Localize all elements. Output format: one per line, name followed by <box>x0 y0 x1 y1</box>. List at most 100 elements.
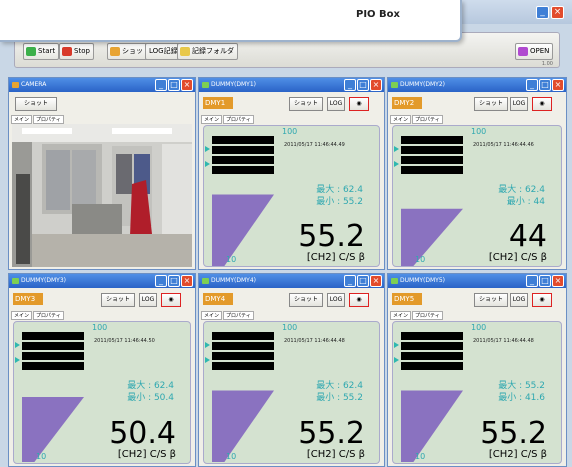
tab-properties[interactable]: プロパティ <box>33 311 64 320</box>
camera-scene-graphic <box>12 124 192 267</box>
device-label: DMY5 <box>392 293 422 305</box>
record-folder-button[interactable]: 記録フォルダ <box>177 43 238 60</box>
maximize-icon[interactable]: □ <box>539 275 551 287</box>
camera-toggle-button[interactable]: ◉ <box>349 293 369 307</box>
log-button[interactable]: LOG <box>510 293 528 307</box>
gauge-display: 100 10 2011/05/17 11:46:44.48 最大 : 62.4 最小 :… <box>203 321 380 464</box>
scale-max-label: 100 <box>92 323 108 332</box>
tab-properties[interactable]: プロパティ <box>223 115 254 124</box>
camera-feed-image <box>12 124 192 267</box>
scale-max-label: 100 <box>471 323 487 332</box>
tab-properties[interactable]: プロパティ <box>223 311 254 320</box>
minimize-icon[interactable]: _ <box>155 79 167 91</box>
tab-main[interactable]: メイン <box>201 115 223 124</box>
tab-main[interactable]: メイン <box>390 311 412 320</box>
level-bar-graphic <box>401 136 463 266</box>
camera-icon <box>12 82 19 88</box>
level-band <box>22 332 84 340</box>
log-button[interactable]: LOG <box>327 293 345 307</box>
scale-max-label: 100 <box>471 127 487 136</box>
shot-button[interactable]: ショット <box>289 293 323 307</box>
device-icon <box>202 82 209 88</box>
close-icon[interactable]: × <box>181 275 193 287</box>
minimize-icon[interactable]: _ <box>526 275 538 287</box>
maximize-icon[interactable]: □ <box>539 79 551 91</box>
open-button[interactable]: OPEN <box>515 43 554 60</box>
level-band <box>212 156 274 164</box>
gauge-panel-dmy1: DUMMY(DMY1) _ □ × DMY1 ショット LOG ◉ メイン プロパティ… <box>198 77 385 270</box>
device-label: DMY2 <box>392 97 422 109</box>
camera-toggle-button[interactable]: ◉ <box>532 97 552 111</box>
timestamp: 2011/05/17 11:46:44.46 <box>473 142 534 148</box>
device-icon <box>202 278 209 284</box>
stop-button[interactable]: Stop <box>59 43 94 60</box>
open-icon <box>518 47 528 56</box>
current-value: 50.4 <box>109 416 176 451</box>
tab-properties[interactable]: プロパティ <box>412 115 443 124</box>
camera-shot-button[interactable]: ショット <box>15 97 57 111</box>
min-marker-icon <box>394 161 399 167</box>
close-icon[interactable]: × <box>551 6 564 19</box>
level-fill <box>401 390 463 462</box>
gauge-display: 100 10 2011/05/17 11:46:44.50 最大 : 62.4 最小 :… <box>13 321 191 464</box>
log-button[interactable]: LOG <box>510 97 528 111</box>
shot-button[interactable]: ショット <box>474 293 508 307</box>
min-marker-icon <box>205 161 210 167</box>
log-button[interactable]: LOG <box>139 293 157 307</box>
close-icon[interactable]: × <box>370 79 382 91</box>
close-icon[interactable]: × <box>370 275 382 287</box>
maximize-icon[interactable]: □ <box>168 275 180 287</box>
panel-titlebar: DUMMY(DMY2) _ □ × <box>388 78 566 92</box>
current-value: 44 <box>508 219 547 254</box>
close-icon[interactable]: × <box>552 275 564 287</box>
camera-toggle-button[interactable]: ◉ <box>161 293 181 307</box>
unit-label: [CH2] C/S β <box>117 449 176 460</box>
level-band <box>401 156 463 164</box>
maximize-icon[interactable]: □ <box>357 79 369 91</box>
level-fill <box>401 208 463 266</box>
tab-properties[interactable]: プロパティ <box>33 115 64 124</box>
timestamp: 2011/05/17 11:46:44.48 <box>284 338 345 344</box>
shot-button[interactable]: ショット <box>289 97 323 111</box>
maximize-icon[interactable]: □ <box>357 275 369 287</box>
timestamp: 2011/05/17 11:46:44.50 <box>94 338 155 344</box>
camera-panel: CAMERA _ □ × ショット メイン プロパティ <box>8 77 196 270</box>
current-value: 55.2 <box>480 416 547 451</box>
minimize-icon[interactable]: _ <box>526 79 538 91</box>
start-button[interactable]: Start <box>23 43 60 60</box>
camera-icon: ◉ <box>539 296 545 303</box>
start-icon <box>26 47 36 56</box>
minimize-icon[interactable]: _ <box>155 275 167 287</box>
level-band <box>212 166 274 174</box>
max-marker-icon <box>15 342 20 348</box>
tab-main[interactable]: メイン <box>11 115 33 124</box>
close-icon[interactable]: × <box>552 79 564 91</box>
level-band <box>401 342 463 350</box>
scale-min-label: 10 <box>226 452 237 461</box>
tab-main[interactable]: メイン <box>390 115 412 124</box>
unit-label: [CH2] C/S β <box>306 252 365 263</box>
minimize-icon[interactable]: _ <box>344 275 356 287</box>
unit-label: [CH2] C/S β <box>488 449 547 460</box>
minimize-icon[interactable]: _ <box>536 6 549 19</box>
current-value: 55.2 <box>298 219 365 254</box>
shot-button[interactable]: ショット <box>101 293 135 307</box>
tab-main[interactable]: メイン <box>11 311 33 320</box>
minimize-icon[interactable]: _ <box>344 79 356 91</box>
camera-toggle-button[interactable]: ◉ <box>349 97 369 111</box>
camera-toggle-button[interactable]: ◉ <box>532 293 552 307</box>
device-label: DMY4 <box>203 293 233 305</box>
close-icon[interactable]: × <box>181 79 193 91</box>
level-bar-graphic <box>22 332 84 462</box>
folder-icon <box>180 47 190 56</box>
level-bar-graphic <box>212 136 274 266</box>
level-band <box>212 146 274 154</box>
unit-label: [CH2] C/S β <box>488 252 547 263</box>
shot-button[interactable]: ショット <box>474 97 508 111</box>
level-band <box>212 342 274 350</box>
tab-properties[interactable]: プロパティ <box>412 311 443 320</box>
log-button[interactable]: LOG <box>327 97 345 111</box>
scale-min-label: 10 <box>415 255 426 264</box>
maximize-icon[interactable]: □ <box>168 79 180 91</box>
tab-main[interactable]: メイン <box>201 311 223 320</box>
